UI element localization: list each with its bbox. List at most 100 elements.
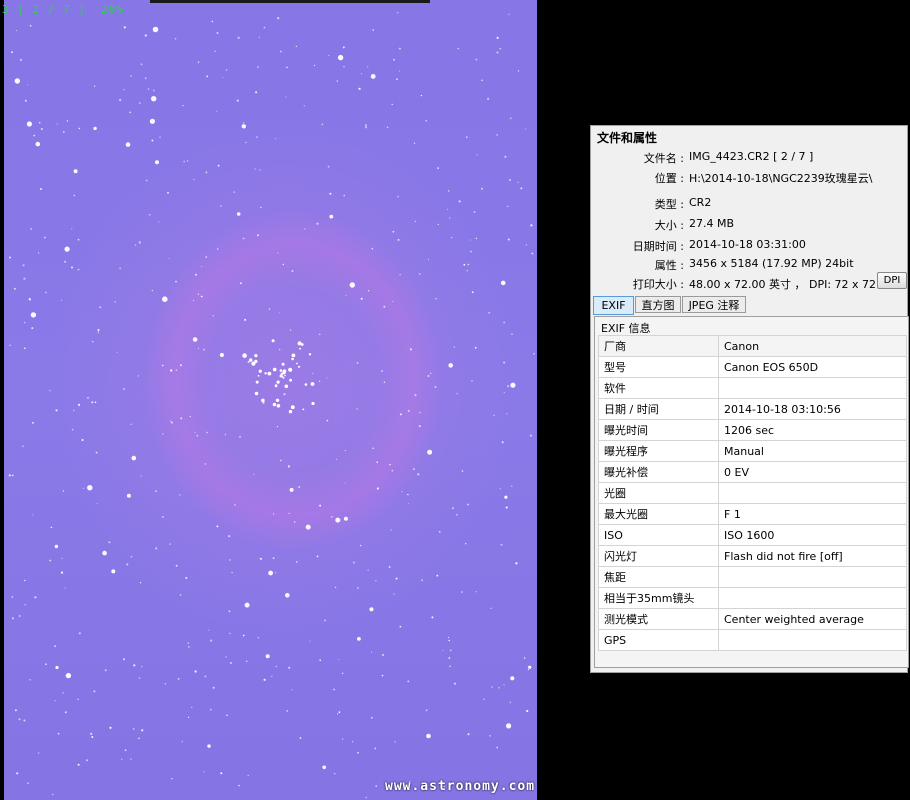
location-label: 位置 : bbox=[654, 172, 684, 185]
star bbox=[319, 504, 322, 507]
exif-key: 型号 bbox=[598, 356, 719, 378]
star bbox=[430, 372, 432, 375]
star bbox=[453, 346, 456, 348]
star bbox=[22, 264, 25, 267]
star bbox=[171, 778, 173, 780]
star bbox=[54, 544, 59, 549]
star bbox=[217, 248, 219, 250]
exif-value: 2014-10-18 03:10:56 bbox=[718, 398, 907, 420]
star bbox=[90, 732, 93, 736]
star bbox=[55, 409, 58, 412]
star bbox=[175, 369, 178, 372]
star bbox=[357, 637, 361, 641]
star bbox=[275, 665, 277, 668]
star bbox=[242, 634, 245, 637]
print-size-value: 48.00 x 72.00 英寸 ， DPI: 72 x 72 bbox=[689, 278, 877, 291]
star bbox=[60, 571, 64, 574]
star bbox=[399, 274, 401, 276]
cluster-star bbox=[302, 408, 305, 411]
star bbox=[168, 258, 170, 260]
star bbox=[499, 488, 501, 490]
tab-exif[interactable]: EXIF bbox=[593, 296, 634, 315]
star bbox=[461, 470, 464, 472]
tab-jpeg-comment[interactable]: JPEG 注释 bbox=[682, 296, 746, 313]
star bbox=[345, 295, 347, 297]
star bbox=[463, 263, 466, 266]
star bbox=[372, 447, 374, 449]
star bbox=[126, 563, 129, 566]
star bbox=[414, 220, 417, 223]
table-row[interactable]: 测光模式 Center weighted average bbox=[598, 608, 907, 630]
star bbox=[337, 54, 344, 61]
exif-value: 1206 sec bbox=[718, 419, 907, 441]
table-row[interactable]: 曝光程序 Manual bbox=[598, 440, 907, 462]
star bbox=[204, 675, 207, 678]
star bbox=[367, 569, 369, 571]
star bbox=[483, 698, 485, 700]
star bbox=[87, 397, 89, 399]
star bbox=[271, 675, 273, 678]
tab-histogram[interactable]: 直方图 bbox=[635, 296, 681, 313]
star bbox=[371, 247, 374, 250]
star bbox=[316, 222, 319, 225]
star bbox=[321, 123, 324, 126]
table-row[interactable]: GPS bbox=[598, 629, 907, 651]
star bbox=[389, 463, 391, 466]
star bbox=[71, 266, 73, 269]
star bbox=[491, 686, 493, 688]
star bbox=[29, 679, 32, 681]
star bbox=[99, 306, 102, 309]
star bbox=[312, 372, 314, 374]
star bbox=[268, 570, 273, 576]
star bbox=[256, 136, 258, 138]
table-row[interactable]: 最大光圈 F 1 bbox=[598, 503, 907, 525]
star bbox=[28, 298, 31, 301]
table-row[interactable]: 闪光灯 Flash did not fire [off] bbox=[598, 545, 907, 567]
star bbox=[500, 543, 503, 546]
star bbox=[92, 341, 94, 343]
star bbox=[54, 700, 56, 702]
table-row[interactable]: 焦距 bbox=[598, 566, 907, 588]
star bbox=[119, 98, 122, 101]
table-row[interactable]: 曝光时间 1206 sec bbox=[598, 419, 907, 441]
star bbox=[185, 576, 188, 579]
star bbox=[93, 126, 97, 131]
star bbox=[78, 403, 81, 406]
star bbox=[126, 493, 131, 498]
star bbox=[162, 296, 168, 303]
star bbox=[319, 659, 322, 661]
table-row[interactable]: 光圈 bbox=[598, 482, 907, 504]
star bbox=[138, 737, 140, 740]
star bbox=[283, 393, 286, 396]
star bbox=[473, 211, 476, 213]
star bbox=[138, 677, 141, 679]
star bbox=[499, 47, 502, 50]
star bbox=[82, 487, 84, 489]
cluster-star bbox=[299, 347, 301, 350]
exif-key: 曝光时间 bbox=[598, 419, 719, 441]
image-viewer[interactable]: 3 [ 2 / 7 ] 20% www.astronomy.com bbox=[0, 0, 537, 800]
star bbox=[503, 392, 505, 393]
star bbox=[357, 587, 359, 589]
star bbox=[182, 104, 184, 107]
table-row[interactable]: 软件 bbox=[598, 377, 907, 399]
table-row[interactable]: 日期 / 时间 2014-10-18 03:10:56 bbox=[598, 398, 907, 420]
table-row[interactable]: ISO ISO 1600 bbox=[598, 524, 907, 546]
star bbox=[81, 439, 84, 441]
table-row[interactable]: 厂商 Canon bbox=[598, 335, 907, 357]
star bbox=[24, 321, 26, 324]
dpi-button[interactable]: DPI bbox=[877, 272, 907, 289]
star bbox=[239, 282, 242, 285]
table-row[interactable]: 型号 Canon EOS 650D bbox=[598, 356, 907, 378]
star bbox=[453, 682, 457, 685]
star bbox=[408, 503, 410, 505]
star bbox=[149, 118, 155, 124]
table-row[interactable]: 曝光补偿 0 EV bbox=[598, 461, 907, 483]
star bbox=[328, 54, 330, 56]
table-row[interactable]: 相当于35mm镜头 bbox=[598, 587, 907, 609]
attributes-value: 3456 x 5184 (17.92 MP) 24bit bbox=[689, 257, 854, 270]
star bbox=[425, 120, 428, 122]
star bbox=[375, 580, 377, 582]
star bbox=[175, 564, 178, 567]
star bbox=[133, 664, 136, 667]
